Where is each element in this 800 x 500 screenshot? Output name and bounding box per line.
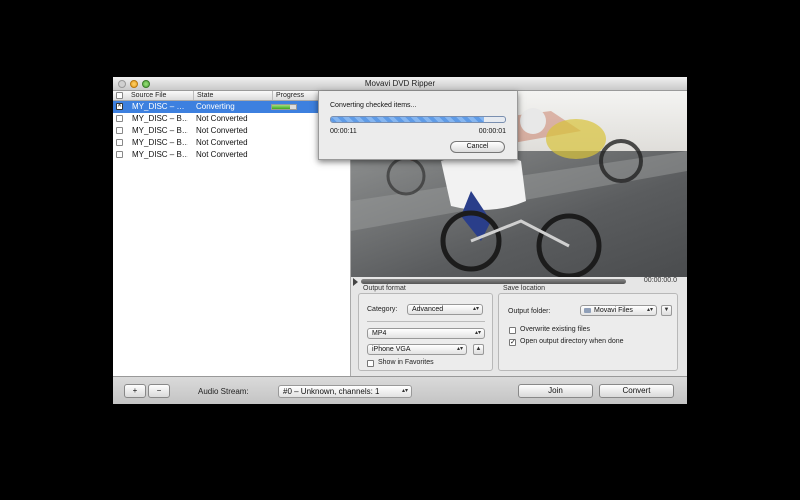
- stepper-arrows-icon: ▴▾: [646, 307, 653, 313]
- table-row[interactable]: MY_DISC – B… Not Converted: [113, 137, 351, 149]
- row-progress-bar: [271, 104, 297, 110]
- row-checkbox[interactable]: [116, 139, 123, 146]
- divider: [367, 321, 485, 322]
- row-state: Not Converted: [196, 126, 248, 135]
- play-icon[interactable]: [353, 278, 358, 286]
- add-file-button[interactable]: +: [124, 384, 146, 398]
- audio-stream-label: Audio Stream:: [198, 387, 249, 396]
- preset-settings-button[interactable]: ▲: [473, 344, 484, 355]
- row-checkbox[interactable]: [116, 127, 123, 134]
- show-favorites-checkbox[interactable]: [367, 360, 374, 367]
- row-state: Converting: [196, 102, 235, 111]
- open-dir-checkbox[interactable]: ✓: [509, 339, 516, 346]
- preset-value: iPhone VGA: [372, 346, 411, 353]
- row-checkbox[interactable]: [116, 115, 123, 122]
- conversion-message: Converting checked items...: [330, 102, 417, 109]
- seek-track[interactable]: [361, 279, 626, 284]
- conversion-progress-sheet: Converting checked items... 00:00:11 00:…: [318, 91, 518, 160]
- title-bar: Movavi DVD Ripper: [113, 77, 687, 91]
- row-checkbox[interactable]: ✕: [116, 103, 123, 110]
- folder-icon: [584, 308, 591, 313]
- preview-time: 00:00:00.0: [643, 277, 677, 284]
- column-source-file[interactable]: Source File: [128, 91, 194, 100]
- join-button[interactable]: Join: [518, 384, 593, 398]
- stepper-arrows-icon: ▴▾: [401, 388, 408, 394]
- audio-stream-select[interactable]: #0 – Unknown, channels: 1 ▴▾: [278, 385, 412, 398]
- overwrite-checkbox[interactable]: [509, 327, 516, 334]
- row-state: Not Converted: [196, 114, 248, 123]
- preset-select[interactable]: iPhone VGA ▴▾: [367, 344, 467, 355]
- category-select[interactable]: Advanced ▴▾: [407, 304, 483, 315]
- row-state: Not Converted: [196, 150, 248, 159]
- remaining-time: 00:00:01: [478, 128, 506, 135]
- list-header: Source File State Progress: [113, 91, 351, 101]
- stepper-arrows-icon: ▴▾: [474, 330, 481, 336]
- output-format-group-label: Output format: [363, 285, 406, 292]
- remove-file-button[interactable]: −: [148, 384, 170, 398]
- table-row[interactable]: MY_DISC – B… Not Converted: [113, 149, 351, 161]
- column-state[interactable]: State: [194, 91, 273, 100]
- row-progress-fill: [272, 105, 290, 109]
- source-file-list[interactable]: Source File State Progress ✕ MY_DISC – ……: [113, 91, 351, 376]
- save-location-group-label: Save location: [503, 285, 546, 292]
- audio-stream-value: #0 – Unknown, channels: 1: [283, 387, 380, 396]
- row-checkbox[interactable]: [116, 151, 123, 158]
- output-folder-select[interactable]: Movavi Files ▴▾: [580, 305, 657, 316]
- convert-button[interactable]: Convert: [599, 384, 674, 398]
- bottom-toolbar: + − Audio Stream: #0 – Unknown, channels…: [113, 376, 687, 404]
- overwrite-label: Overwrite existing files: [520, 326, 591, 333]
- conversion-progress-bar: [330, 116, 506, 123]
- row-source-file: MY_DISC – B…: [132, 150, 188, 159]
- save-location-group: Output folder: Movavi Files ▴▾ ▼ Overwri…: [498, 293, 678, 371]
- output-folder-value: Movavi Files: [594, 307, 633, 314]
- stepper-arrows-icon: ▴▾: [472, 306, 479, 312]
- conversion-progress-fill: [331, 117, 485, 122]
- category-label: Category:: [367, 306, 398, 313]
- row-source-file: MY_DISC – B…: [132, 126, 188, 135]
- output-format-group: Category: Advanced ▴▾ MP4 ▴▾ iPhone VGA …: [358, 293, 493, 371]
- table-row[interactable]: MY_DISC – B… Not Converted: [113, 125, 351, 137]
- select-all-checkbox[interactable]: [116, 92, 123, 99]
- elapsed-time: 00:00:11: [330, 128, 357, 135]
- show-favorites-label: Show in Favorites: [378, 359, 434, 366]
- row-source-file: MY_DISC – …: [132, 102, 185, 111]
- open-dir-label: Open output directory when done: [520, 338, 624, 345]
- row-state: Not Converted: [196, 138, 248, 147]
- row-source-file: MY_DISC – B…: [132, 114, 188, 123]
- folder-menu-button[interactable]: ▼: [661, 305, 672, 316]
- table-row[interactable]: MY_DISC – B… Not Converted: [113, 113, 351, 125]
- window-title: Movavi DVD Ripper: [364, 79, 436, 88]
- table-row[interactable]: ✕ MY_DISC – … Converting: [113, 101, 351, 113]
- stepper-arrows-icon: ▴▾: [456, 346, 463, 352]
- format-value: MP4: [372, 330, 387, 337]
- cancel-button[interactable]: Cancel: [450, 141, 505, 153]
- format-select[interactable]: MP4 ▴▾: [367, 328, 485, 339]
- output-folder-label: Output folder:: [508, 308, 551, 315]
- row-source-file: MY_DISC – B…: [132, 138, 188, 147]
- category-value: Advanced: [412, 306, 444, 313]
